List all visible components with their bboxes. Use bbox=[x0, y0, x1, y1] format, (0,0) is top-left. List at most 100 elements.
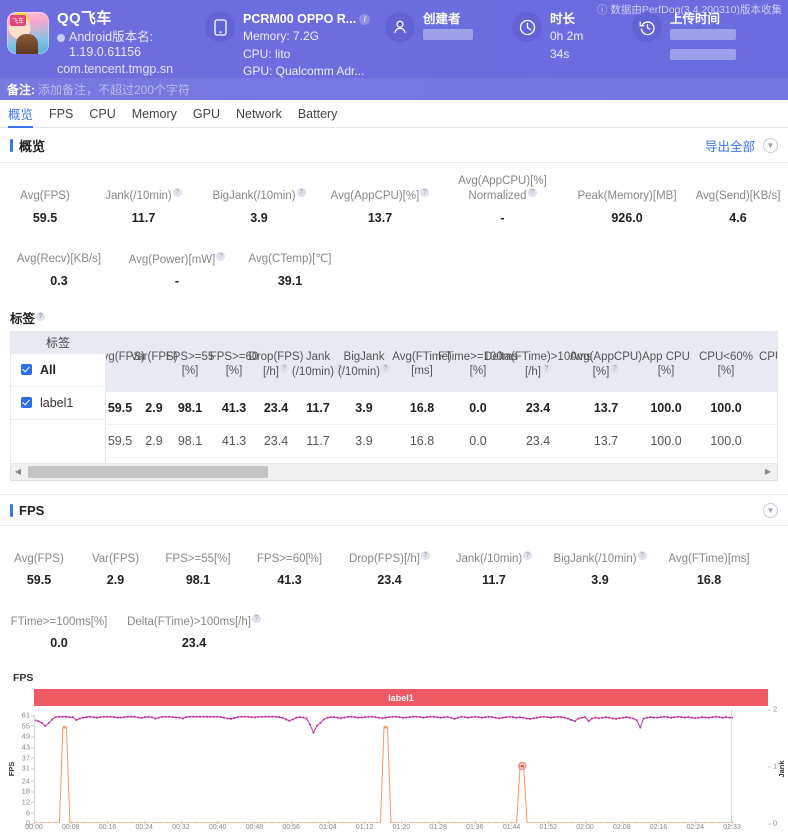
labels-table-hscrollbar[interactable]: ◀ ▶ bbox=[10, 464, 778, 481]
upload-time-label: 上传时间 bbox=[670, 10, 736, 28]
column-header-unit: [%] bbox=[642, 364, 690, 378]
tab-network[interactable]: Network bbox=[236, 103, 282, 125]
help-icon[interactable]: ? bbox=[297, 188, 306, 197]
tab-battery[interactable]: Battery bbox=[298, 103, 338, 125]
tab-overview[interactable]: 概览 bbox=[8, 100, 33, 127]
help-icon[interactable]: ? bbox=[381, 364, 390, 373]
tab-memory[interactable]: Memory bbox=[132, 103, 177, 125]
table-cell: 23.4 bbox=[264, 392, 288, 425]
x-tick: 01:36 bbox=[466, 824, 484, 831]
help-icon[interactable]: ? bbox=[252, 614, 261, 623]
metric-label: Peak(Memory)[MB] bbox=[568, 175, 686, 203]
phone-icon bbox=[205, 12, 235, 42]
main-tabs: 概览 FPS CPU Memory GPU Network Battery bbox=[0, 100, 788, 128]
help-icon[interactable]: ? bbox=[638, 551, 647, 560]
android-icon bbox=[57, 34, 65, 42]
table-cell: 11.7 bbox=[306, 392, 330, 425]
help-icon[interactable]: ? bbox=[523, 551, 532, 560]
scroll-right-arrow[interactable]: ▶ bbox=[761, 467, 775, 476]
device-info-block: PCRM00 OPPO R...i Memory: 7.2G CPU: lito… bbox=[205, 10, 385, 80]
remark-input-placeholder[interactable]: 添加备注，不超过200个字符 bbox=[38, 81, 190, 98]
labels-scroll-region: Avg(FPS)Var(FPS)FPS>=55[%]FPS>=60[%]Drop… bbox=[106, 332, 777, 463]
overview-collapse-button[interactable]: ▼ bbox=[763, 138, 778, 153]
metric-label: Var(FPS) bbox=[80, 538, 151, 566]
section-accent-bar bbox=[10, 504, 13, 517]
metric-value: 926.0 bbox=[568, 211, 686, 225]
metric-label: BigJank(/10min)? bbox=[547, 537, 653, 566]
metric-jank-10min-: Jank(/10min)?11.7 bbox=[443, 534, 545, 597]
tab-fps[interactable]: FPS bbox=[49, 103, 73, 125]
y-tick: 6 bbox=[26, 808, 34, 817]
help-icon[interactable]: ? bbox=[610, 364, 619, 373]
x-tick: 02:33 bbox=[723, 824, 741, 831]
help-icon[interactable]: ? bbox=[420, 188, 429, 197]
table-cell: 3.9 bbox=[355, 425, 372, 458]
metric-label: Avg(FTime)[ms] bbox=[657, 538, 761, 566]
metric-label: Avg(FPS) bbox=[2, 538, 76, 566]
metric-label: Jank(/10min)? bbox=[445, 537, 543, 566]
remark-bar[interactable]: 备注: 添加备注，不超过200个字符 bbox=[0, 78, 788, 100]
labels-help-icon[interactable]: ? bbox=[36, 312, 45, 321]
label-row-all[interactable]: All bbox=[11, 354, 105, 387]
x-tick: 02:08 bbox=[613, 824, 631, 831]
scrollbar-thumb[interactable] bbox=[28, 466, 268, 478]
column-header-unit: (/10min)? bbox=[292, 364, 344, 379]
table-cell: 16.8 bbox=[410, 392, 434, 425]
chart-y-axis-label: FPS bbox=[7, 762, 16, 777]
column-header-label: App CPU bbox=[642, 350, 690, 364]
x-tick: 02:24 bbox=[686, 824, 704, 831]
help-icon[interactable]: ? bbox=[542, 364, 551, 373]
help-icon[interactable]: ? bbox=[173, 188, 182, 197]
chart-plot-area[interactable]: FPS Jank 06121824313743495561 012 00:000… bbox=[34, 715, 768, 823]
help-icon[interactable]: ? bbox=[421, 551, 430, 560]
metric-value: 59.5 bbox=[2, 573, 76, 587]
help-icon[interactable]: ? bbox=[280, 364, 289, 373]
table-cell: 100.0 bbox=[710, 425, 741, 458]
checkbox-label1[interactable] bbox=[21, 397, 32, 408]
tab-cpu[interactable]: CPU bbox=[89, 103, 115, 125]
fps-chart: FPS label1 FPS Jank 06121824313743495561… bbox=[0, 664, 788, 823]
x-tick: 00:24 bbox=[135, 824, 153, 831]
device-info-icon[interactable]: i bbox=[359, 14, 370, 25]
metric-value: 0.3 bbox=[2, 274, 116, 288]
label-name-label1: label1 bbox=[40, 396, 73, 410]
table-cell: 13.7 bbox=[594, 392, 618, 425]
metric-avg-ctemp-: Avg(CTemp)[℃]39.1 bbox=[236, 235, 344, 297]
export-all-link[interactable]: 导出全部 bbox=[705, 136, 755, 155]
column-header[interactable]: Jank(/10min)? bbox=[292, 350, 344, 380]
metric-fps-60-: FPS>=60[%]41.3 bbox=[243, 535, 336, 597]
column-header[interactable]: BigJank(/10min)? bbox=[338, 350, 390, 380]
column-header[interactable]: CPU<60%[%] bbox=[699, 350, 753, 379]
metric-label: Avg(FPS) bbox=[2, 175, 88, 203]
label-row-label1[interactable]: label1 bbox=[11, 387, 105, 420]
table-cell: 98.1 bbox=[178, 392, 202, 425]
x-tick: 01:20 bbox=[393, 824, 411, 831]
tab-gpu[interactable]: GPU bbox=[193, 103, 220, 125]
metric-value: 98.1 bbox=[155, 573, 241, 587]
overview-title: 概览 bbox=[19, 136, 45, 155]
checkbox-all[interactable] bbox=[21, 364, 32, 375]
metric-value: - bbox=[441, 211, 564, 225]
metric-delta-ftime-100ms-h-: Delta(FTime)>100ms[/h]?23.4 bbox=[118, 597, 270, 660]
app-name: QQ飞车 bbox=[57, 10, 173, 29]
metric-label: FPS>=60[%] bbox=[245, 538, 334, 566]
fps-metrics-row-1: Avg(FPS)59.5Var(FPS)2.9FPS>=55[%]98.1FPS… bbox=[0, 534, 788, 597]
column-header[interactable]: Avg(AppCPU)[%]? bbox=[570, 350, 642, 380]
metric-jank-10min-: Jank(/10min)?11.7 bbox=[90, 171, 197, 234]
help-icon[interactable]: ? bbox=[216, 252, 225, 261]
column-header-unit: [%] bbox=[699, 364, 753, 378]
help-icon[interactable]: ? bbox=[528, 188, 537, 197]
fps-collapse-button[interactable]: ▼ bbox=[763, 503, 778, 518]
column-header[interactable]: App CPU[%] bbox=[642, 350, 690, 379]
column-header[interactable]: FPS>=55[%] bbox=[166, 350, 215, 379]
table-cell: 2.9 bbox=[145, 392, 162, 425]
app-icon: 飞车 bbox=[7, 12, 49, 54]
upload-time-block: 上传时间 bbox=[632, 10, 762, 65]
metric-label: Avg(AppCPU)[%]? bbox=[323, 174, 437, 203]
table-cell: 98.1 bbox=[178, 425, 202, 458]
y-tick: 61 bbox=[22, 711, 34, 720]
column-header[interactable]: CPU<80%[%] bbox=[759, 350, 777, 379]
scroll-left-arrow[interactable]: ◀ bbox=[11, 467, 25, 476]
fps-metrics-row-2: FTime>=100ms[%]0.0Delta(FTime)>100ms[/h]… bbox=[0, 597, 788, 660]
remark-label: 备注: bbox=[7, 81, 35, 98]
